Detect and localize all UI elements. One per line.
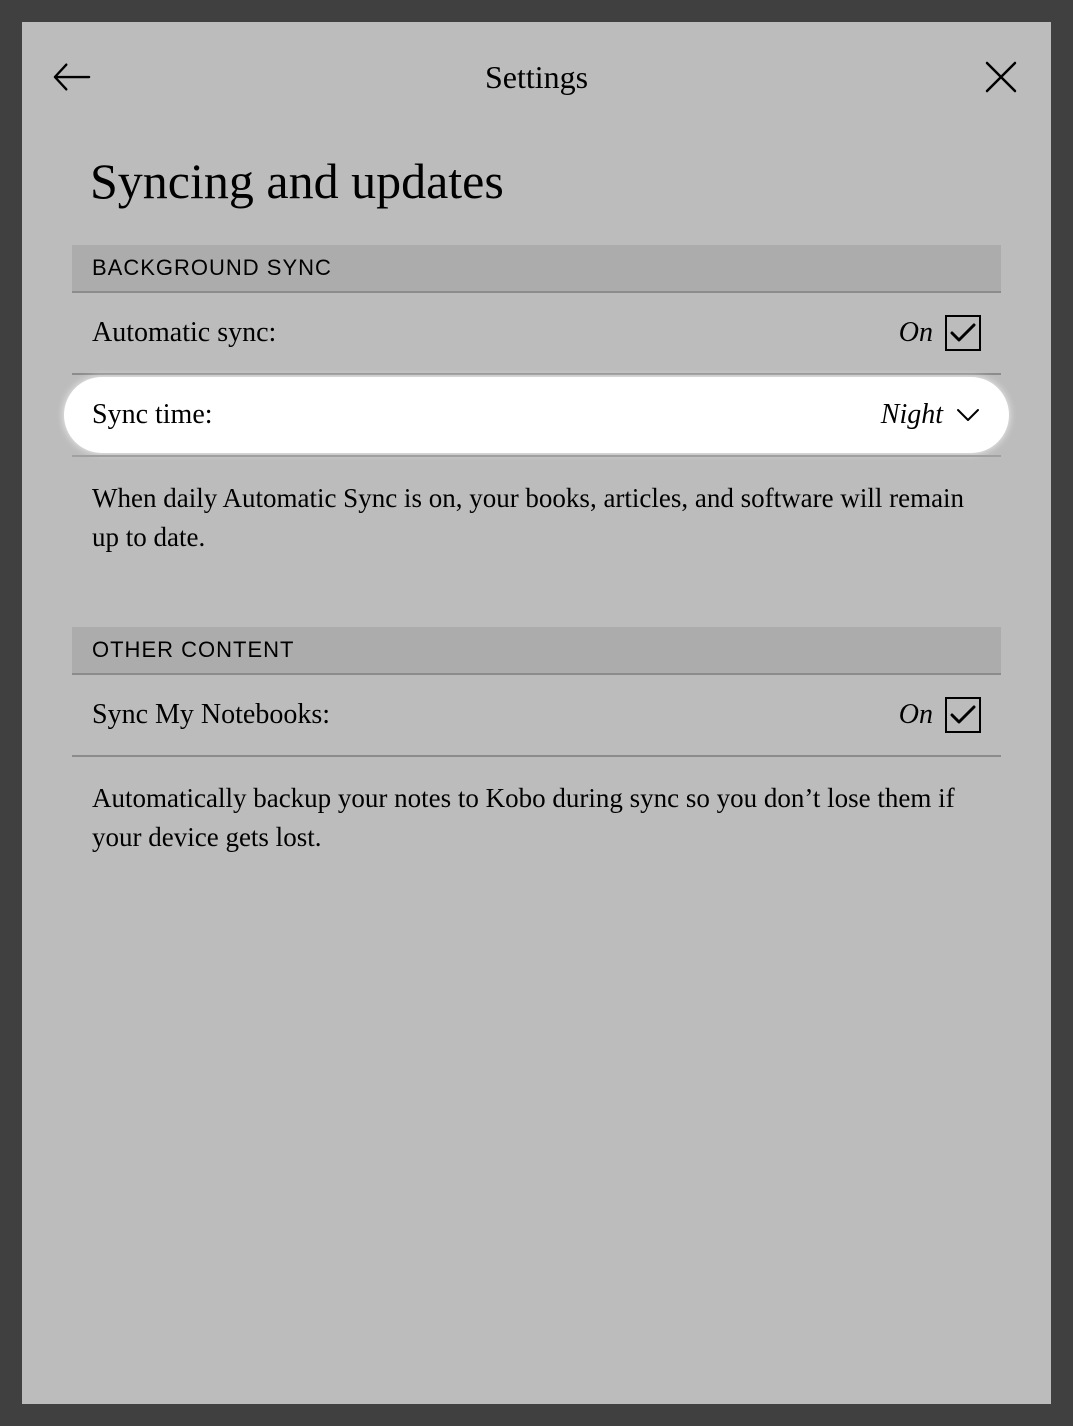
page-title: Syncing and updates [72, 152, 1001, 210]
close-icon [984, 60, 1018, 94]
other-content-description: Automatically backup your notes to Kobo … [72, 757, 1001, 897]
automatic-sync-label: Automatic sync: [92, 317, 276, 349]
setting-row-automatic-sync[interactable]: Automatic sync: On [72, 293, 1001, 375]
sync-notebooks-checkbox[interactable] [945, 697, 981, 733]
checkmark-icon [950, 704, 976, 726]
sync-notebooks-label: Sync My Notebooks: [92, 699, 330, 731]
setting-row-sync-time[interactable]: Sync time: Night [64, 377, 1009, 453]
automatic-sync-checkbox[interactable] [945, 315, 981, 351]
sync-notebooks-value: On [899, 699, 933, 731]
background-sync-description: When daily Automatic Sync is on, your bo… [72, 457, 1001, 597]
automatic-sync-value: On [899, 317, 933, 349]
header-bar: Settings [22, 22, 1051, 122]
chevron-down-icon [956, 408, 980, 422]
sync-time-dropdown[interactable] [955, 406, 981, 424]
sync-time-value: Night [881, 399, 943, 431]
header-title: Settings [485, 59, 588, 96]
checkmark-icon [950, 322, 976, 344]
section-header-background-sync: BACKGROUND SYNC [72, 245, 1001, 293]
section-header-other-content: OTHER CONTENT [72, 627, 1001, 675]
back-arrow-icon [53, 62, 91, 92]
setting-row-sync-notebooks[interactable]: Sync My Notebooks: On [72, 675, 1001, 757]
sync-time-label: Sync time: [92, 399, 213, 431]
close-button[interactable] [981, 57, 1021, 97]
back-button[interactable] [52, 57, 92, 97]
